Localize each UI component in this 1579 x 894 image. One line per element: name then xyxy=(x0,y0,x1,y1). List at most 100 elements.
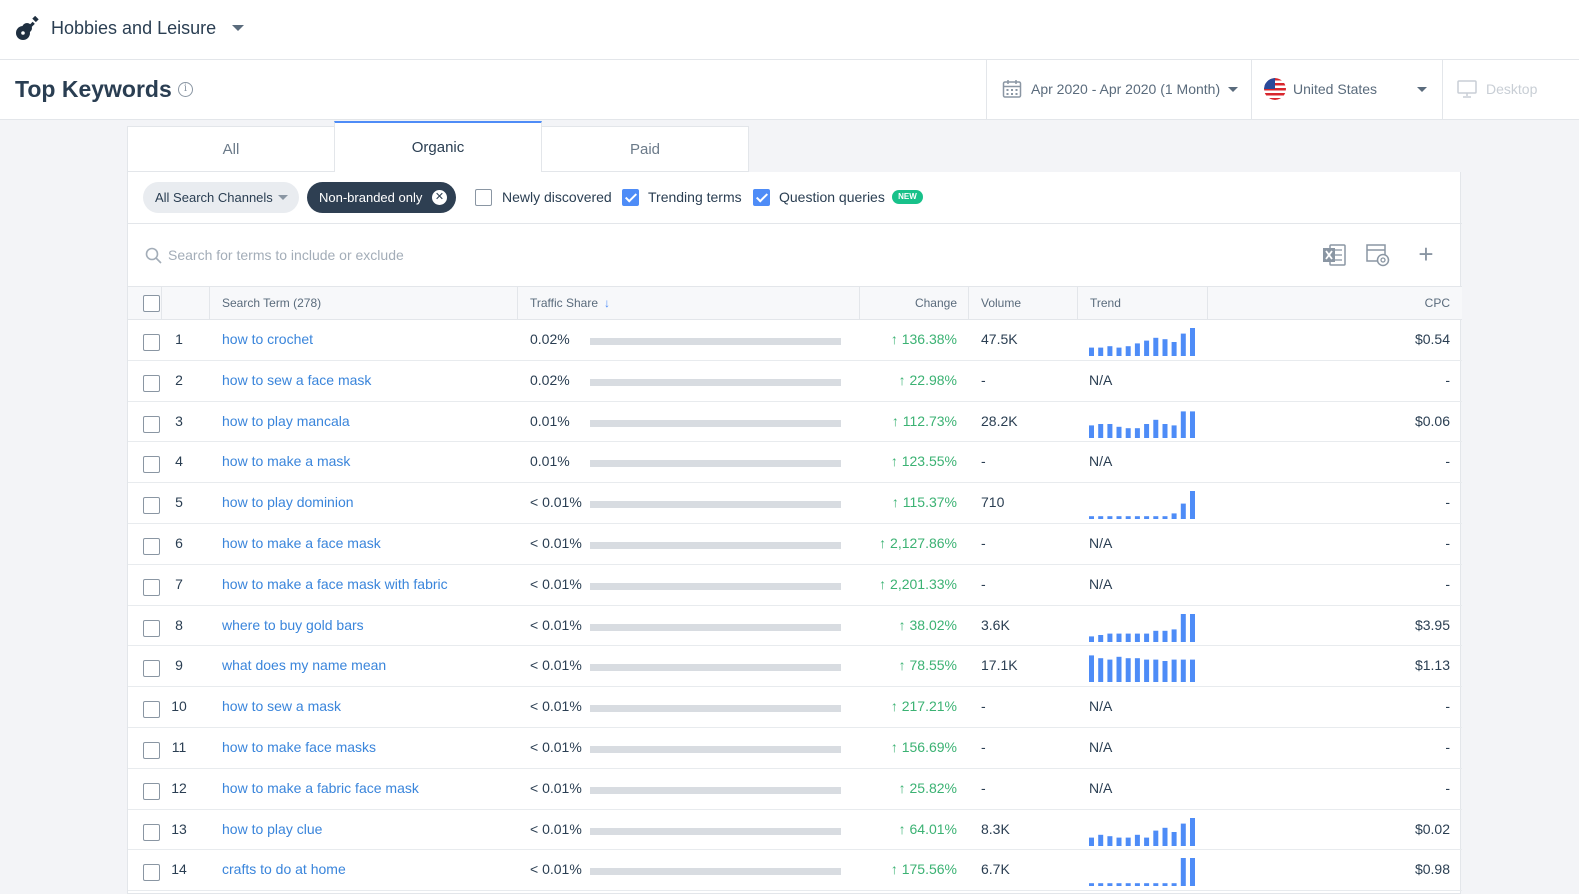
tab-organic[interactable]: Organic xyxy=(334,121,542,172)
tab-paid[interactable]: Paid xyxy=(541,126,749,172)
arrow-up-icon: ↑ xyxy=(898,779,910,796)
trend-bar xyxy=(1134,834,1140,846)
trending-terms-label: Trending terms xyxy=(648,189,742,205)
close-icon[interactable]: ✕ xyxy=(432,190,447,205)
trend-bar xyxy=(1116,426,1122,438)
search-term-link[interactable]: how to make a mask xyxy=(222,453,350,469)
volume-value: - xyxy=(981,453,986,470)
excel-export-icon[interactable] xyxy=(1321,242,1347,268)
row-checkbox[interactable] xyxy=(143,415,160,433)
row-checkbox[interactable] xyxy=(143,823,160,841)
trending-terms-checkbox[interactable] xyxy=(622,189,639,206)
trend-bar xyxy=(1153,337,1159,356)
row-checkbox[interactable] xyxy=(143,619,160,637)
trend-bar xyxy=(1134,516,1140,520)
traffic-share-bar xyxy=(590,868,841,876)
col-volume[interactable]: Volume xyxy=(981,287,1021,320)
col-traffic-share[interactable]: Traffic Share ↓ xyxy=(530,287,610,320)
cpc-value: $0.54 xyxy=(1414,331,1450,347)
trend-na: N/A xyxy=(1089,575,1113,592)
add-icon[interactable]: + xyxy=(1413,241,1439,268)
row-checkbox[interactable] xyxy=(143,741,160,759)
row-checkbox[interactable] xyxy=(143,782,160,800)
volume-value: - xyxy=(981,698,986,715)
search-term-link[interactable]: how to sew a face mask xyxy=(222,372,371,388)
search-term-link[interactable]: how to play clue xyxy=(222,821,322,837)
table-settings-icon[interactable] xyxy=(1365,242,1391,268)
arrow-up-icon: ↑ xyxy=(890,453,902,470)
trend-sparkline xyxy=(1089,655,1195,683)
search-term-link[interactable]: how to crochet xyxy=(222,331,313,347)
search-term-link[interactable]: how to sew a mask xyxy=(222,698,341,714)
trend-na: N/A xyxy=(1089,371,1113,388)
row-checkbox[interactable] xyxy=(143,374,160,392)
search-term-link[interactable]: where to buy gold bars xyxy=(222,617,364,633)
trend-bar xyxy=(1098,347,1104,356)
search-input[interactable] xyxy=(168,242,768,268)
category-title[interactable]: Hobbies and Leisure xyxy=(51,18,216,39)
trend-bar xyxy=(1098,423,1104,438)
row-checkbox[interactable] xyxy=(143,497,160,515)
trend-bar xyxy=(1089,347,1094,356)
search-channels-label: All Search Channels xyxy=(155,190,273,205)
table-row: 7 how to make a face mask with fabric < … xyxy=(128,565,1462,606)
row-checkbox[interactable] xyxy=(143,578,160,596)
row-checkbox[interactable] xyxy=(143,701,160,719)
row-checkbox[interactable] xyxy=(143,334,160,351)
arrow-up-icon: ↑ xyxy=(898,616,910,633)
trend-sparkline xyxy=(1089,491,1195,520)
tab-all[interactable]: All xyxy=(127,126,335,172)
country-selector[interactable]: United States xyxy=(1262,60,1442,120)
row-checkbox[interactable] xyxy=(143,660,160,678)
col-search-term[interactable]: Search Term (278) xyxy=(222,287,321,320)
traffic-share-bar xyxy=(590,664,841,672)
change-value: ↑ 217.21% xyxy=(828,698,957,714)
row-checkbox[interactable] xyxy=(143,456,160,474)
change-number: 217.21% xyxy=(901,698,957,715)
row-checkbox[interactable] xyxy=(143,864,160,882)
newly-discovered-checkbox[interactable] xyxy=(475,189,492,206)
search-term-link[interactable]: what does my name mean xyxy=(222,657,386,673)
chevron-down-icon xyxy=(1228,87,1238,92)
col-change[interactable]: Change xyxy=(859,287,957,320)
search-term-link[interactable]: how to play dominion xyxy=(222,494,354,510)
search-term-link[interactable]: how to make a face mask xyxy=(222,535,381,551)
change-number: 136.38% xyxy=(901,331,957,347)
row-number: 10 xyxy=(171,698,187,715)
search-term-link[interactable]: how to make a fabric face mask xyxy=(222,780,419,796)
date-range-picker[interactable]: Apr 2020 - Apr 2020 (1 Month) xyxy=(1000,60,1250,120)
arrow-up-icon: ↑ xyxy=(891,412,903,429)
nonbranded-chip[interactable]: Non-branded only ✕ xyxy=(307,182,456,213)
trend-bar xyxy=(1125,658,1131,683)
row-number: 7 xyxy=(175,575,183,592)
search-icon xyxy=(145,247,162,264)
volume-value: - xyxy=(981,738,986,755)
col-trend: Trend xyxy=(1090,296,1121,310)
row-checkbox[interactable] xyxy=(143,537,160,555)
trend-bar xyxy=(1098,834,1104,846)
traffic-share-value: < 0.01% xyxy=(530,779,582,796)
select-all-checkbox[interactable] xyxy=(143,295,160,312)
change-number: 123.55% xyxy=(901,453,957,470)
change-value: ↑ 175.56% xyxy=(828,861,957,877)
search-term-link[interactable]: how to make a face mask with fabric xyxy=(222,576,448,592)
trend-bar xyxy=(1171,628,1177,642)
chevron-down-icon[interactable] xyxy=(232,25,244,31)
search-term-link[interactable]: how to play mancala xyxy=(222,413,350,429)
change-value: ↑ 78.55% xyxy=(828,657,957,673)
table-header: Search Term (278) Traffic Share ↓ Change … xyxy=(128,287,1462,320)
chevron-down-icon xyxy=(278,195,288,200)
info-icon[interactable]: i xyxy=(178,82,193,97)
search-term-link[interactable]: crafts to do at home xyxy=(222,861,346,877)
search-term-link[interactable]: how to make face masks xyxy=(222,739,376,755)
trend-bar xyxy=(1162,339,1168,356)
question-queries-checkbox[interactable] xyxy=(753,189,770,206)
trend-bar xyxy=(1116,837,1122,846)
col-cpc[interactable]: CPC xyxy=(1338,287,1450,320)
divider xyxy=(986,60,987,120)
traffic-share-bar xyxy=(590,338,841,345)
device-label: Desktop xyxy=(1486,81,1538,97)
search-channels-dropdown[interactable]: All Search Channels xyxy=(143,182,299,213)
trend-bar xyxy=(1144,837,1150,846)
trend-bar xyxy=(1180,858,1186,887)
